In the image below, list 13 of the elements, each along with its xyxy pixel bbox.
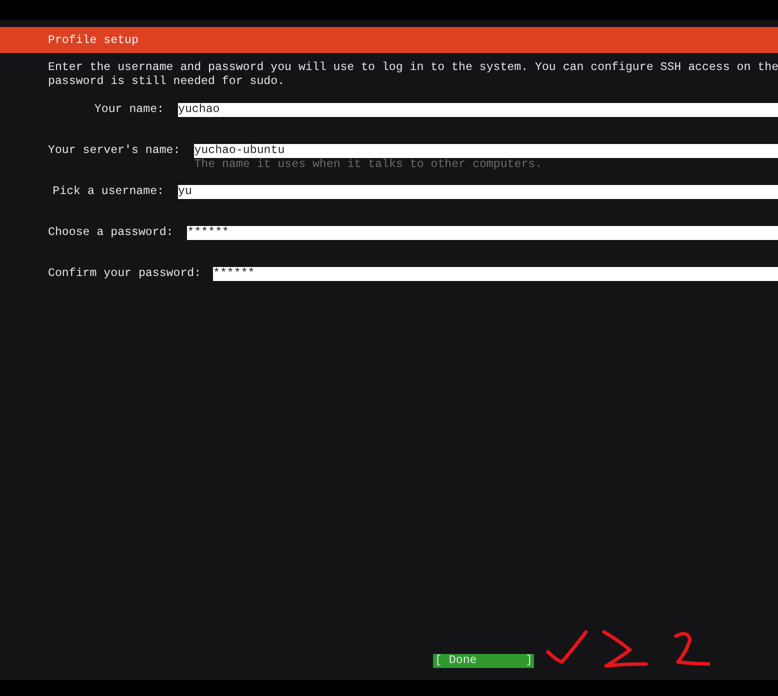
input-field[interactable]: yu — [178, 185, 778, 199]
input-field[interactable]: yuchao — [178, 103, 778, 117]
field-label: Confirm your password: — [47, 267, 199, 281]
screen-title: Profile setup — [48, 34, 138, 46]
input-field[interactable]: yuchao-ubuntu — [194, 144, 778, 158]
field-hint: The name it uses when it talks to other computers. — [194, 158, 544, 172]
field-label: Choose a password: — [47, 226, 174, 240]
field-label: Your name: — [93, 103, 164, 117]
input-field[interactable]: ****** — [187, 226, 778, 240]
field-label: Your server's name: — [47, 144, 180, 158]
field-label: Pick a username: — [52, 185, 164, 199]
description-text: Enter the username and password you will use to log in to the system. You can configure SSH access on the password is still needed for sudo. — [47, 61, 778, 89]
input-field[interactable]: ****** — [213, 267, 778, 281]
